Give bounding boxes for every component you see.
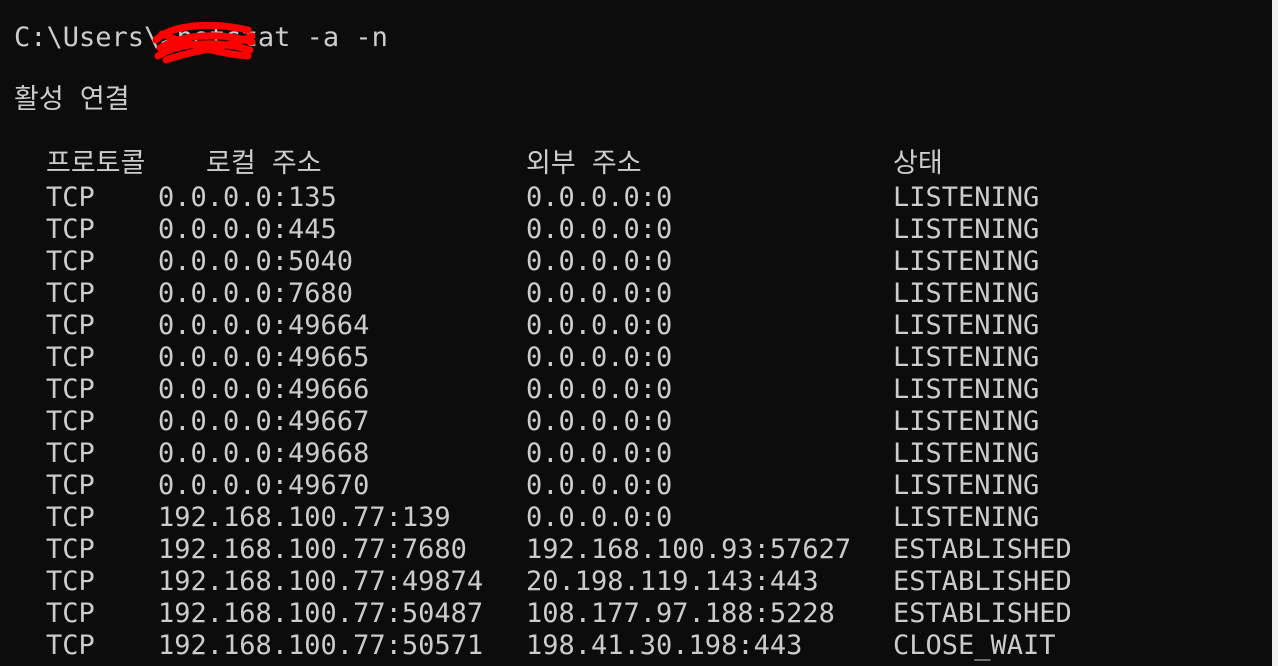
cell-proto: TCP [46,406,95,437]
cell-local-address: 0.0.0.0:49667 [158,406,370,437]
active-connections-title: 활성 연결 [14,84,130,115]
cell-proto: TCP [46,342,95,373]
cell-proto: TCP [46,534,95,565]
cell-proto: TCP [46,598,95,629]
cell-foreign-address: 108.177.97.188:5228 [526,598,835,629]
prompt-suffix: > [160,22,177,53]
cell-proto: TCP [46,214,95,245]
cell-proto: TCP [46,566,95,597]
cell-state: LISTENING [893,342,1040,373]
cell-foreign-address: 0.0.0.0:0 [526,342,673,373]
command-prompt-line: C:\Users\>netstat -a -n [14,22,388,54]
cell-proto: TCP [46,502,95,533]
cell-state: LISTENING [893,470,1040,501]
cell-local-address: 0.0.0.0:49670 [158,470,370,501]
cell-foreign-address: 0.0.0.0:0 [526,246,673,277]
header-proto: 프로토콜 [46,148,146,179]
window-edge [1272,0,1278,666]
terminal-window[interactable]: C:\Users\>netstat -a -n 활성 연결 프로토콜 로컬 주소… [0,0,1278,666]
cell-state: LISTENING [893,502,1040,533]
cell-foreign-address: 0.0.0.0:0 [526,438,673,469]
cell-proto: TCP [46,374,95,405]
cell-state: LISTENING [893,438,1040,469]
cell-state: ESTABLISHED [893,534,1072,565]
cell-local-address: 192.168.100.77:50487 [158,598,484,629]
cell-local-address: 192.168.100.77:7680 [158,534,467,565]
cell-local-address: 192.168.100.77:49874 [158,566,484,597]
cell-foreign-address: 0.0.0.0:0 [526,214,673,245]
cell-local-address: 0.0.0.0:49664 [158,310,370,341]
typed-command: netstat -a -n [176,22,388,53]
cell-local-address: 0.0.0.0:49665 [158,342,370,373]
cell-proto: TCP [46,310,95,341]
cell-state: LISTENING [893,214,1040,245]
cell-foreign-address: 192.168.100.93:57627 [526,534,852,565]
cell-local-address: 0.0.0.0:135 [158,182,337,213]
header-local-address: 로컬 주소 [206,148,322,179]
cell-state: LISTENING [893,310,1040,341]
cell-proto: TCP [46,182,95,213]
cell-proto: TCP [46,630,95,661]
cell-local-address: 0.0.0.0:7680 [158,278,354,309]
cell-foreign-address: 0.0.0.0:0 [526,502,673,533]
cell-state: ESTABLISHED [893,566,1072,597]
cell-state: LISTENING [893,182,1040,213]
cell-state: LISTENING [893,278,1040,309]
cell-foreign-address: 20.198.119.143:443 [526,566,819,597]
cell-foreign-address: 198.41.30.198:443 [526,630,803,661]
cell-local-address: 192.168.100.77:50571 [158,630,484,661]
cell-foreign-address: 0.0.0.0:0 [526,182,673,213]
cell-proto: TCP [46,246,95,277]
cell-local-address: 0.0.0.0:5040 [158,246,354,277]
cell-foreign-address: 0.0.0.0:0 [526,278,673,309]
cell-state: LISTENING [893,246,1040,277]
cell-foreign-address: 0.0.0.0:0 [526,406,673,437]
header-foreign-address: 외부 주소 [526,148,642,179]
cell-foreign-address: 0.0.0.0:0 [526,470,673,501]
cell-proto: TCP [46,278,95,309]
cell-foreign-address: 0.0.0.0:0 [526,374,673,405]
cell-state: ESTABLISHED [893,598,1072,629]
connections-table: 프로토콜 로컬 주소 외부 주소 상태 TCP 0.0.0.0:135 0.0.0.… [0,148,1278,661]
cell-proto: TCP [46,470,95,501]
cell-local-address: 0.0.0.0:49666 [158,374,370,405]
cell-foreign-address: 0.0.0.0:0 [526,310,673,341]
cell-state: LISTENING [893,406,1040,437]
cell-local-address: 192.168.100.77:139 [158,502,451,533]
prompt-path: C:\Users\ [14,22,161,53]
cell-state: CLOSE_WAIT [893,630,1056,661]
header-state: 상태 [893,148,943,179]
cell-proto: TCP [46,438,95,469]
cell-local-address: 0.0.0.0:445 [158,214,337,245]
cell-state: LISTENING [893,374,1040,405]
cell-local-address: 0.0.0.0:49668 [158,438,370,469]
